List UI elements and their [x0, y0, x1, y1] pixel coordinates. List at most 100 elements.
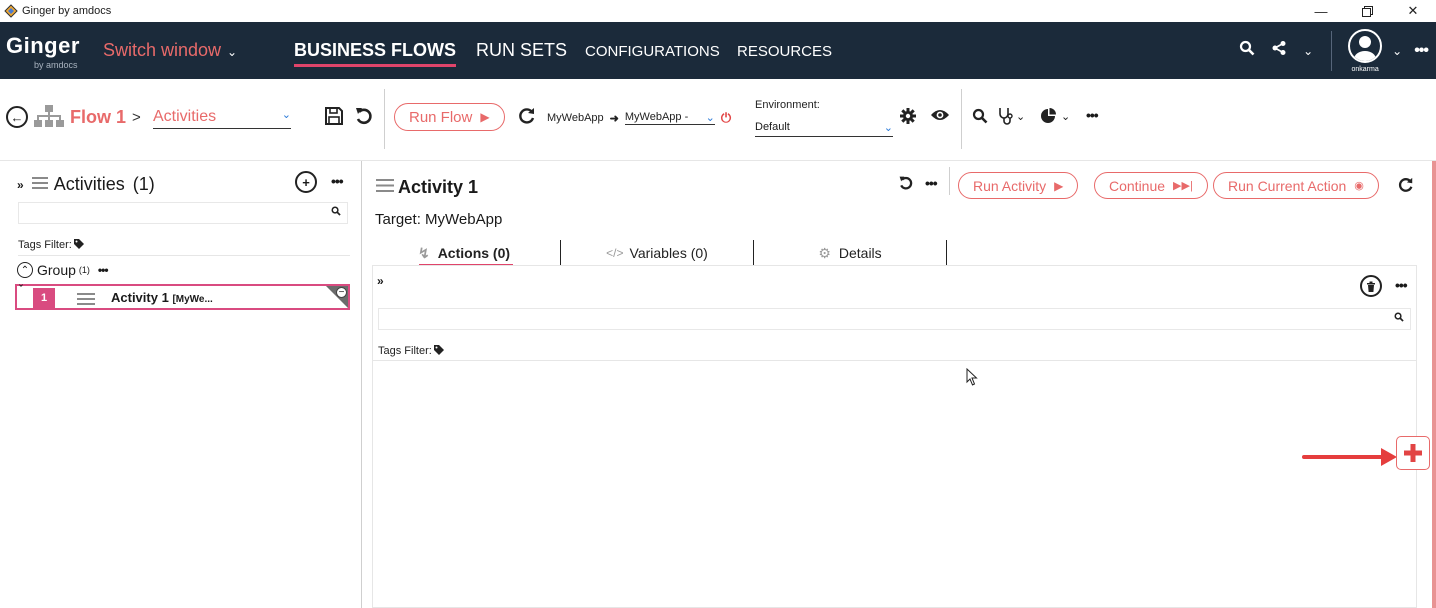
search-icon[interactable] — [972, 108, 988, 124]
report-pie-icon[interactable]: ⌄ — [1040, 108, 1070, 124]
app-icon — [4, 4, 18, 18]
group-label: Group — [37, 262, 76, 278]
app-source: MyWebApp — [547, 112, 604, 124]
eye-icon[interactable] — [930, 108, 950, 122]
tab-details[interactable]: ⚙ Details — [754, 240, 947, 266]
activity-name-text: Activity 1 — [111, 290, 169, 305]
activity-row[interactable]: ˇ 1 Activity 1 [MyWe... − — [15, 284, 350, 310]
app-target-value: MyWebApp - — [624, 111, 689, 123]
menu-lines-icon — [376, 178, 394, 197]
drag-handle-icon[interactable] — [77, 292, 95, 310]
tag-icon[interactable] — [73, 236, 84, 254]
trash-icon[interactable] — [1360, 275, 1382, 297]
more-icon[interactable]: ••• — [98, 263, 109, 277]
play-icon: ▶ — [1054, 178, 1064, 193]
tab-actions-label: Actions (0) — [437, 245, 511, 261]
nav-divider — [1331, 30, 1333, 71]
add-action-button[interactable] — [1396, 436, 1430, 470]
collapse-all-icon[interactable]: » — [17, 178, 24, 192]
restore-button[interactable] — [1344, 0, 1390, 22]
toolbar-divider — [384, 89, 385, 149]
window-titlebar: Ginger by amdocs — ✕ — [0, 0, 1436, 22]
refresh-icon[interactable] — [1398, 177, 1414, 198]
chevron-down-icon[interactable]: ⌄ — [1016, 110, 1025, 123]
chevron-down-icon: ⌄ — [883, 122, 893, 134]
view-select-dropdown[interactable]: Activities ⌄ — [153, 108, 291, 129]
activities-title: Activities — [53, 174, 125, 194]
mouse-cursor-icon — [966, 367, 978, 391]
environment-value: Default — [755, 121, 790, 133]
username: onkarma — [1351, 65, 1379, 73]
activities-panel: » Activities (1) + ••• Tags Filter: ⌃ Gr… — [0, 161, 362, 608]
more-icon[interactable]: ••• — [331, 173, 344, 189]
nav-tab-run-sets[interactable]: RUN SETS — [476, 40, 567, 61]
tab-actions[interactable]: ↯ Actions (0) — [368, 240, 561, 267]
bolt-icon: ↯ — [417, 244, 430, 261]
chevron-down-icon[interactable]: ˇ — [19, 284, 23, 296]
back-arrow-icon[interactable]: ← — [6, 106, 28, 128]
more-icon[interactable]: ••• — [1395, 277, 1408, 293]
activity-number: 1 — [33, 288, 55, 308]
actions-search-input[interactable] — [378, 308, 1411, 330]
tab-variables[interactable]: </> Variables (0) — [561, 240, 754, 266]
activities-search-input[interactable] — [18, 202, 348, 224]
fast-forward-icon: ▶▶| — [1173, 180, 1193, 192]
panel-divider — [18, 255, 350, 256]
chevron-down-icon[interactable]: ⌄ — [1392, 44, 1402, 58]
more-icon[interactable]: ••• — [925, 175, 938, 191]
activities-count: (1) — [132, 174, 155, 194]
activity-target: Target: MyWebApp — [375, 211, 503, 228]
nav-tab-business-flows[interactable]: BUSINESS FLOWS — [294, 40, 457, 67]
power-icon[interactable]: ⏻ — [721, 110, 731, 126]
switch-window-menu[interactable]: Switch window ⌄ — [103, 40, 237, 61]
analyze-stethoscope-icon[interactable]: ⌄ — [997, 107, 1025, 125]
undo-icon[interactable] — [898, 175, 914, 196]
add-activity-icon[interactable]: + — [295, 171, 317, 193]
continue-button[interactable]: Continue ▶▶| — [1094, 172, 1208, 199]
play-icon: ▶ — [480, 110, 490, 124]
tab-variables-label: Variables (0) — [629, 245, 708, 261]
run-current-action-button[interactable]: Run Current Action ◉ — [1213, 172, 1379, 199]
app-target-dropdown[interactable]: MyWebApp - ⌄ — [624, 111, 715, 125]
activity-name: Activity 1 [MyWe... — [111, 290, 213, 305]
close-window-button[interactable]: ✕ — [1390, 0, 1436, 22]
plus-icon — [1404, 444, 1422, 462]
search-icon — [1394, 312, 1404, 325]
more-icon[interactable]: ••• — [1414, 42, 1429, 60]
annotation-arrow-shaft — [1302, 455, 1384, 459]
nav-tab-resources[interactable]: RESOURCES — [737, 43, 832, 60]
collapse-group-icon[interactable]: ⌃ — [17, 262, 33, 278]
group-count: (1) — [78, 265, 90, 275]
record-circle-icon: ◉ — [1354, 180, 1364, 192]
list-divider — [373, 360, 1416, 361]
brand-subtitle: by amdocs — [34, 60, 78, 70]
arrow-right-icon: ➜ — [609, 112, 619, 125]
run-flow-button[interactable]: Run Flow ▶ — [394, 103, 505, 131]
run-activity-button[interactable]: Run Activity ▶ — [958, 172, 1079, 199]
search-icon — [331, 206, 341, 219]
undo-icon[interactable] — [354, 106, 374, 126]
collapse-all-icon[interactable]: » — [377, 274, 384, 288]
refresh-icon[interactable] — [518, 107, 536, 125]
activity-title: Activity 1 — [398, 177, 479, 197]
settings-gear-icon[interactable] — [899, 107, 917, 125]
header-divider — [949, 167, 950, 195]
user-avatar[interactable]: onkarma — [1348, 28, 1383, 73]
share-icon[interactable] — [1271, 40, 1287, 61]
chevron-down-icon[interactable]: ⌄ — [1303, 44, 1313, 58]
minus-circle-icon[interactable]: − — [336, 287, 347, 298]
more-icon[interactable]: ••• — [1086, 107, 1099, 123]
flow-toolbar: ← Flow 1 > Activities ⌄ Run Flow ▶ MyWebA… — [0, 79, 1436, 161]
flow-hierarchy-icon — [34, 105, 64, 129]
save-icon[interactable] — [324, 106, 344, 126]
minimize-button[interactable]: — — [1298, 0, 1344, 22]
tags-filter-label: Tags Filter: — [378, 345, 432, 357]
flow-name: Flow 1 — [70, 107, 127, 127]
chevron-down-icon[interactable]: ⌄ — [1061, 110, 1070, 123]
tag-icon[interactable] — [433, 342, 444, 360]
activity-tabs: ↯ Actions (0) </> Variables (0) ⚙ Detail… — [368, 240, 947, 267]
nav-tab-configurations[interactable]: CONFIGURATIONS — [585, 43, 720, 60]
annotation-arrow-head — [1381, 448, 1397, 466]
environment-dropdown[interactable]: Default ⌄ — [755, 121, 893, 137]
search-icon[interactable] — [1239, 40, 1255, 61]
